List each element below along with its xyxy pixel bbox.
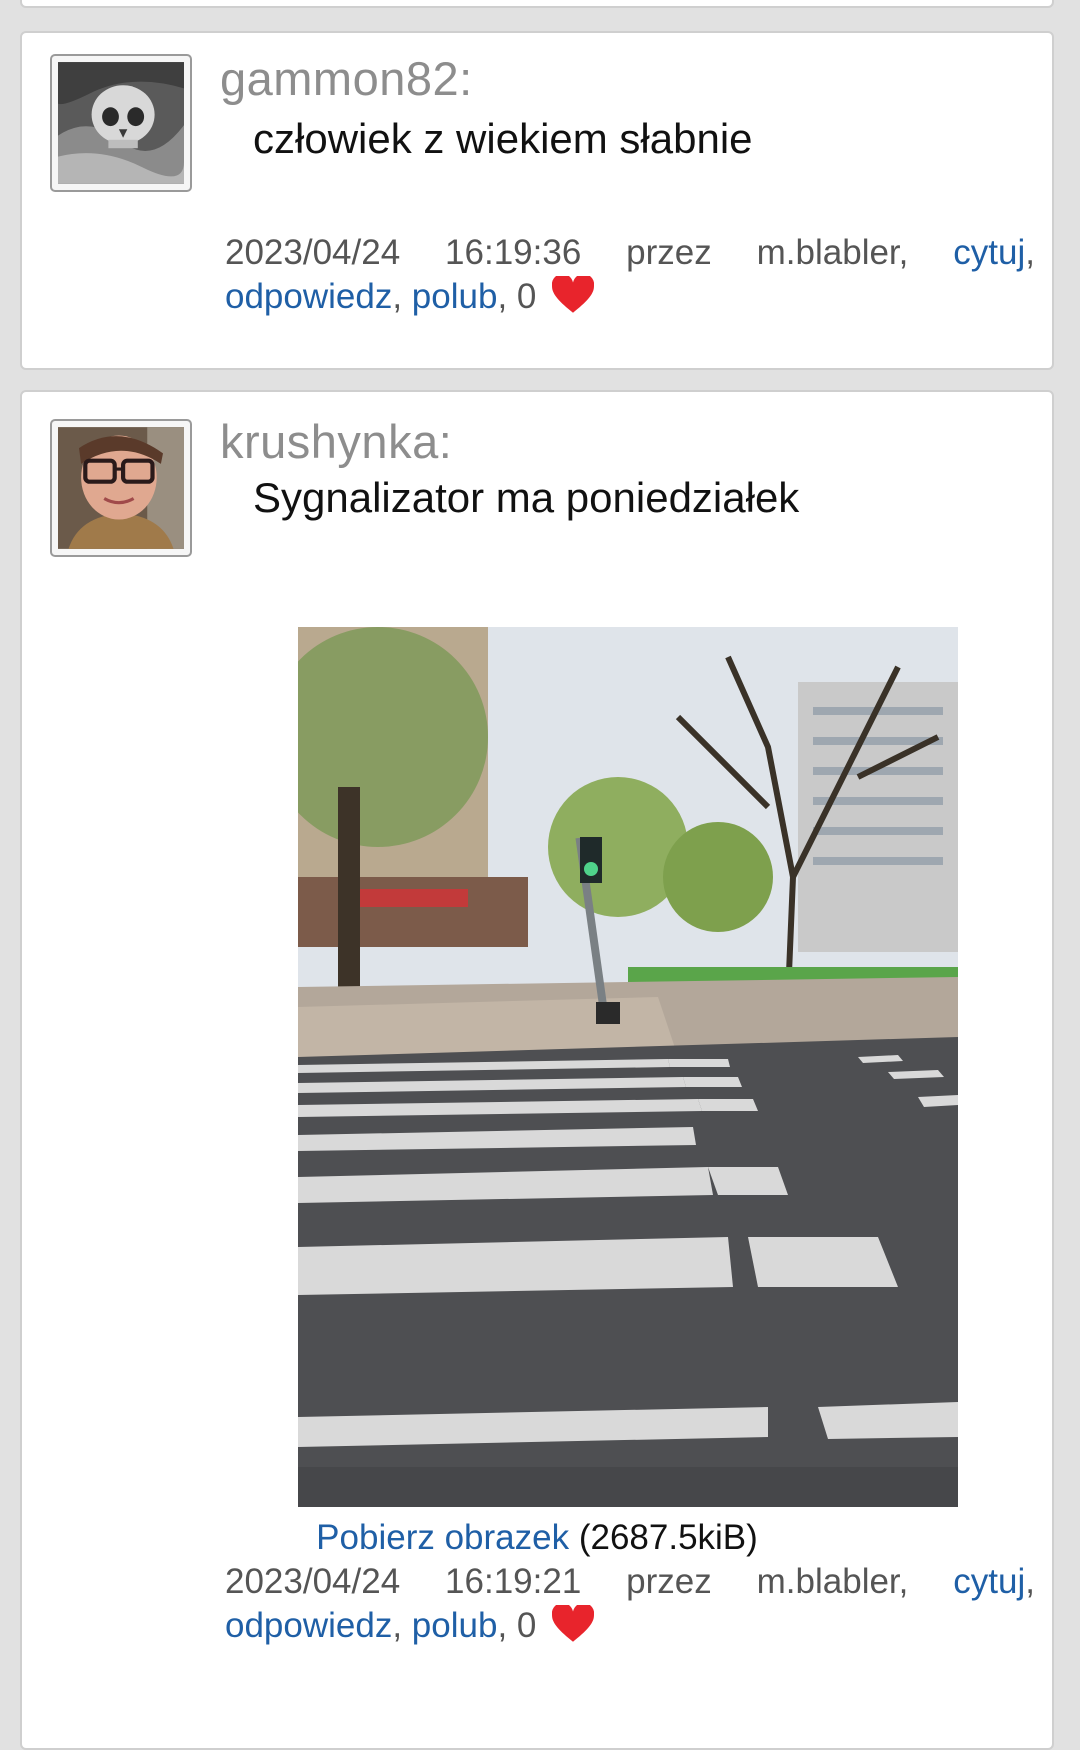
post-meta: 2023/04/24 16:19:21 przez m.blabler, cyt…	[225, 1562, 1035, 1645]
by-label: przez	[626, 233, 712, 272]
post-date: 2023/04/24	[225, 1562, 401, 1601]
post-time: 16:19:36	[445, 233, 582, 272]
quote-link[interactable]: cytuj	[953, 233, 1025, 272]
skull-avatar-icon	[58, 62, 184, 184]
download-row: Pobierz obrazek (2687.5kiB)	[22, 1518, 1052, 1558]
download-image-link[interactable]: Pobierz obrazek	[316, 1518, 569, 1557]
post-username: krushynka:	[220, 415, 453, 468]
reply-link[interactable]: odpowiedz	[225, 1606, 392, 1645]
crosswalk-photo	[298, 627, 958, 1507]
like-link[interactable]: polub	[412, 277, 498, 316]
user-avatar[interactable]	[50, 54, 192, 192]
like-link[interactable]: polub	[412, 1606, 498, 1645]
post-username: gammon82:	[220, 52, 473, 105]
attached-photo[interactable]	[298, 627, 958, 1507]
post-card: gammon82: człowiek z wiekiem słabnie 202…	[20, 31, 1054, 370]
post-author: m.blabler,	[756, 233, 909, 272]
by-label: przez	[626, 1562, 712, 1601]
heart-icon[interactable]	[552, 276, 595, 314]
post-message: Sygnalizator ma poniedziałek	[253, 474, 800, 521]
post-author: m.blabler,	[756, 1562, 909, 1601]
previous-post-card	[20, 0, 1054, 8]
image-size: (2687.5kiB)	[578, 1518, 758, 1557]
post-message: człowiek z wiekiem słabnie	[253, 115, 753, 162]
post-meta: 2023/04/24 16:19:36 przez m.blabler, cyt…	[225, 233, 1035, 316]
reply-link[interactable]: odpowiedz	[225, 277, 392, 316]
user-avatar[interactable]	[50, 419, 192, 557]
post-time: 16:19:21	[445, 1562, 582, 1601]
heart-icon[interactable]	[552, 1605, 595, 1643]
like-count: 0	[516, 1606, 537, 1645]
post-date: 2023/04/24	[225, 233, 401, 272]
post-card: krushynka: Sygnalizator ma poniedziałek	[20, 390, 1054, 1750]
quote-link[interactable]: cytuj	[953, 1562, 1025, 1601]
like-count: 0	[516, 277, 537, 316]
woman-glasses-avatar-icon	[58, 427, 184, 549]
